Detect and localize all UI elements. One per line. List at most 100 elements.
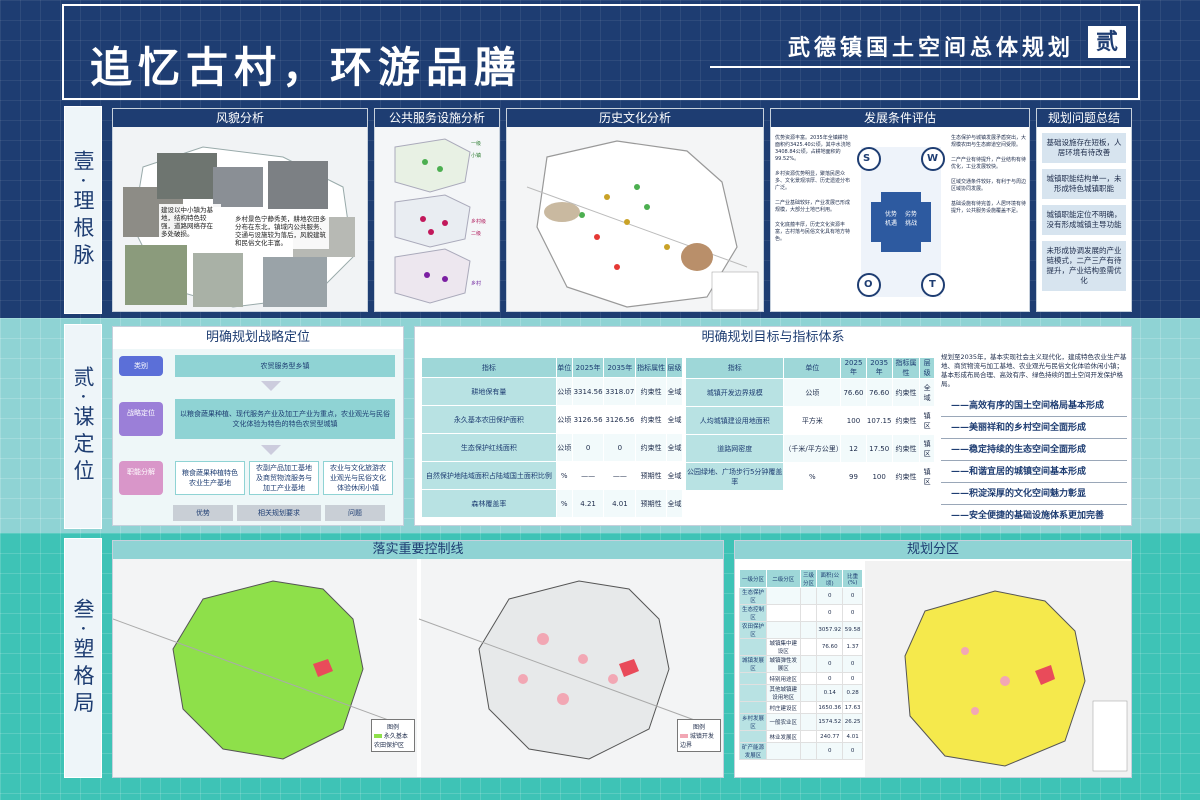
table-cell: 约束性 <box>891 378 921 407</box>
swot-note-o1: 二产业基础较好，产业发展已形成规模，大部分土地已利用。 <box>775 200 851 213</box>
swot-center-weakness: 劣势 <box>904 211 917 218</box>
table-cell: 0 <box>816 655 844 673</box>
table-header: 指标属性 <box>891 357 921 379</box>
table-row: 村庄建设区 1650.36 17.63 <box>739 701 863 714</box>
table-cell: 约束性 <box>635 405 668 434</box>
table-cell: 约束性 <box>635 433 668 462</box>
table-row: 矿产能源发展区 0 0 <box>739 742 863 760</box>
table-header: 一级分区 <box>739 569 767 588</box>
table-cell: —— <box>571 461 605 490</box>
table-cell: 0 <box>816 742 844 760</box>
public-service-analysis: 公共服务设施分析 一级 小镇 乡村级 二级 乡村 <box>374 108 500 312</box>
table-cell: % <box>555 461 573 490</box>
swot-t: T <box>929 279 936 290</box>
function-item-1: 粮食蔬果种植特色农业生产基地 <box>175 461 245 495</box>
history-map <box>507 127 763 311</box>
function-item-3: 农业与文化旅游农业观光与民俗文化体验休闲小镇 <box>323 461 393 495</box>
indicator-table-left: 指标 单位 2025年 2035年 指标属性 层级 耕地保有量 公顷 3314.56 3318.… <box>421 357 683 518</box>
table-cell: 镇区 <box>919 462 935 491</box>
table-cell: 1.37 <box>842 638 863 656</box>
table-row: 生态保护红线面积 公顷 0 0 约束性 全域 <box>421 433 683 462</box>
table-cell: 公顷 <box>555 405 573 434</box>
table-cell: 镇区 <box>919 406 935 435</box>
goal-item: ——安全便捷的基础设施体系更加完善 <box>941 505 1127 525</box>
table-cell: 农田保护区 <box>739 621 767 639</box>
table-cell: 公园绿地、广场步行5分钟覆盖率 <box>684 462 785 491</box>
table-cell: % <box>783 462 842 491</box>
table-cell: 平方米 <box>783 406 842 435</box>
table-row: 永久基本农田保护面积 公顷 3126.56 3126.56 约束性 全域 <box>421 405 683 434</box>
table-cell <box>799 655 818 673</box>
table-cell: 3126.56 <box>571 405 605 434</box>
table-cell: 4.21 <box>571 489 605 518</box>
history-title: 历史文化分析 <box>507 109 763 127</box>
strategy-bottom-requirements: 相关规划要求 <box>237 505 321 521</box>
table-cell: 林业发展区 <box>765 730 801 743</box>
table-cell: 约束性 <box>891 462 921 491</box>
arrow-down-icon-2 <box>261 445 281 455</box>
table-header: 面积(公顷) <box>816 569 844 588</box>
ps-legend-1: 一级 <box>471 141 482 147</box>
issues-title: 规划问题总结 <box>1037 109 1131 127</box>
table-row: 耕地保有量 公顷 3314.56 3318.07 约束性 全域 <box>421 377 683 406</box>
table-cell: 村庄建设区 <box>765 701 801 714</box>
swot-w: W <box>927 153 939 164</box>
swot-note-w1: 生态保护与城镇发展矛盾突出，大规模农田与生态廊道空间受限。 <box>951 135 1027 148</box>
table-cell: 乡村发展区 <box>739 713 767 731</box>
table-cell: 4.01 <box>603 489 637 518</box>
strategy-label-category: 类别 <box>119 356 163 376</box>
table-cell <box>765 604 801 622</box>
table-cell: 99 <box>840 462 867 491</box>
table-cell: 0 <box>816 604 844 622</box>
table-cell: 0 <box>842 604 863 622</box>
table-cell: 3318.07 <box>603 377 637 406</box>
arrow-down-icon <box>261 381 281 391</box>
poster-subtitle: 武德镇国土空间总体规划 <box>787 35 1074 61</box>
table-row: 特别用途区 0 0 <box>739 672 863 685</box>
table-cell: 全域 <box>666 377 683 406</box>
table-cell <box>799 730 818 743</box>
swot-note-t1: 区域交通条件较好，有利于与周边区域协同发展。 <box>951 179 1027 192</box>
table-cell: 1650.36 <box>816 701 844 714</box>
control-legend-2: 图例 城镇开发边界 <box>677 719 721 752</box>
strategy-positioning-text: 以粮食蔬果种植、现代服务产业及加工产业为重点，农业观光与民俗文化体验为特色的特色… <box>175 399 395 439</box>
table-header: 2025年 <box>840 357 867 379</box>
table-cell: 0 <box>571 433 605 462</box>
table-cell: 生态保护区 <box>739 587 767 605</box>
table-cell: 约束性 <box>891 406 921 435</box>
table-cell: 0 <box>842 672 863 685</box>
zoning-table: 一级分区 二级分区 三级分区 面积(公顷) 比重(%) 生态保护区 0 0 生态控制区 0 0 农田… <box>739 569 863 760</box>
table-cell: 17.63 <box>842 701 863 714</box>
table-cell: 4.01 <box>842 730 863 743</box>
goals-list: ——高效有序的国土空间格局基本形成 ——美丽祥和的乡村空间全面形成 ——稳定持续的生… <box>941 395 1127 525</box>
table-cell: 全域 <box>666 405 683 434</box>
ps-legend-2: 小镇 <box>471 153 482 159</box>
table-cell: 59.58 <box>842 621 863 639</box>
table-cell: —— <box>603 461 637 490</box>
table-cell <box>739 638 767 656</box>
table-header: 2035年 <box>603 357 637 378</box>
issue-item-3: 城镇职能定位不明确，没有形成城镇主导功能 <box>1042 205 1126 235</box>
table-cell: 0 <box>816 672 844 685</box>
table-cell <box>739 672 767 685</box>
table-cell <box>765 621 801 639</box>
table-header: 二级分区 <box>765 569 801 588</box>
table-cell: 3314.56 <box>571 377 605 406</box>
table-header: 2025年 <box>571 357 605 378</box>
strategy-label-functions: 职能分解 <box>119 461 163 495</box>
table-row: 其他城镇建设用地区 0.14 0.28 <box>739 684 863 702</box>
table-cell: 一般农业区 <box>765 713 801 731</box>
landscape-analysis: 风貌分析 建设以中小镇为基地，结构特色较强，道路网络存在多处破损。 乡村景色宁静… <box>112 108 368 312</box>
goal-item: ——美丽祥和的乡村空间全面形成 <box>941 417 1127 439</box>
conditions-title: 发展条件评估 <box>771 109 1029 127</box>
row-label-1: 壹·理根脉 <box>64 106 102 314</box>
table-cell: 城镇开发边界规模 <box>684 378 785 407</box>
table-cell: 0.14 <box>816 684 844 702</box>
table-row: 人均城镇建设用地面积 平方米 100 107.15 约束性 镇区 <box>684 406 935 435</box>
swot-s: S <box>863 153 871 164</box>
table-header: 层级 <box>919 357 935 379</box>
table-cell: 永久基本农田保护面积 <box>421 405 557 434</box>
table-cell: 城镇弹性发展区 <box>765 655 801 673</box>
zoning-title: 规划分区 <box>735 541 1131 559</box>
section-badge: 贰 <box>1086 24 1128 60</box>
